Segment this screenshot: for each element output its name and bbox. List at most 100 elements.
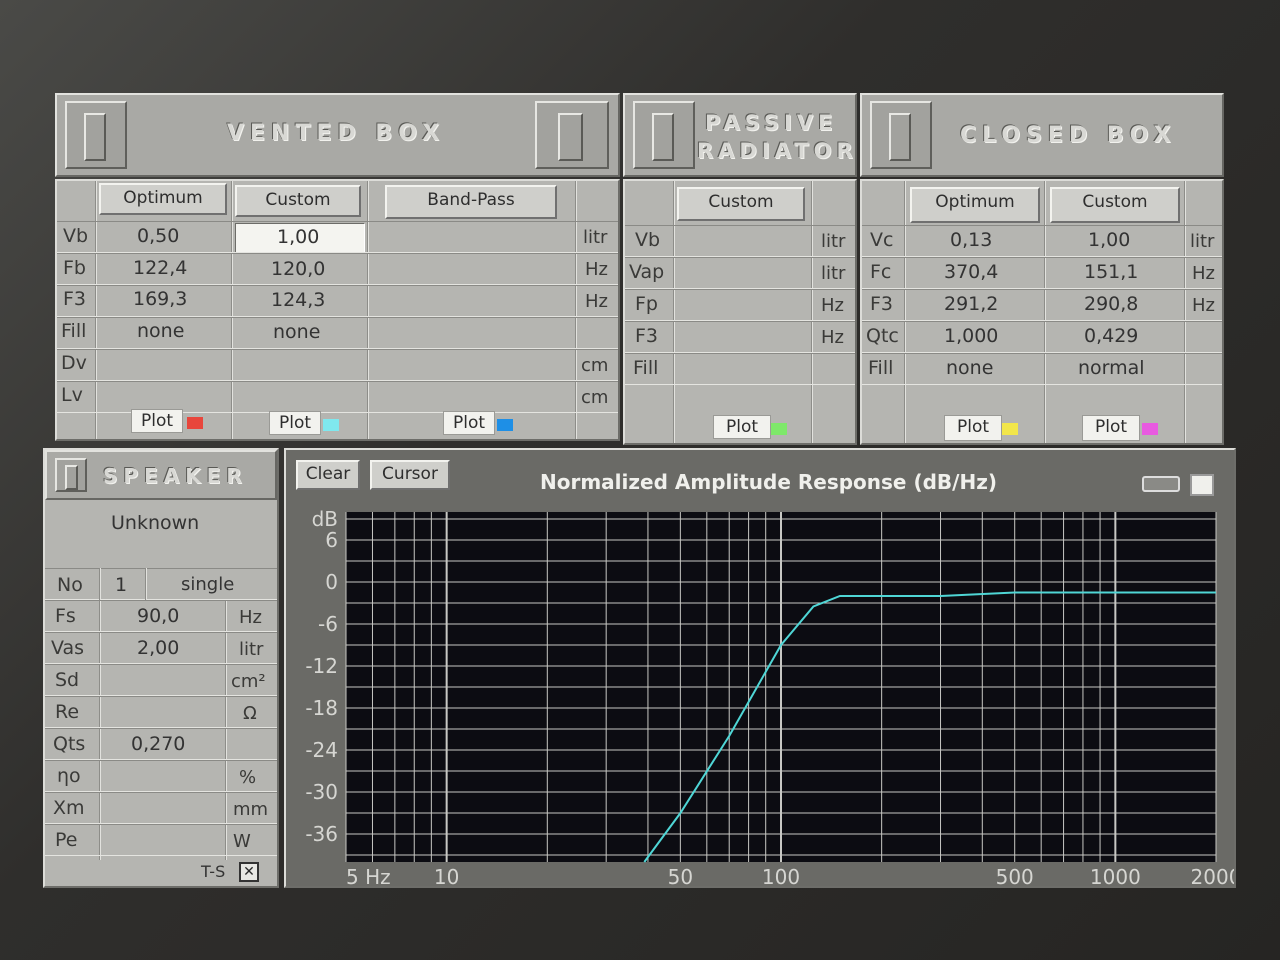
y-tick-label: -36 — [305, 822, 338, 846]
vented-unit: Hz — [585, 291, 608, 312]
closed-box-header: CLOSED BOX — [860, 93, 1224, 177]
closed-row — [862, 225, 1222, 257]
passive-plot-button[interactable]: Plot — [713, 415, 771, 439]
closed-custom-value[interactable]: normal — [1078, 357, 1145, 379]
speaker-row-label: Sd — [55, 669, 80, 691]
y-tick-label: -18 — [305, 696, 338, 720]
speaker-header: SPEAKER — [45, 450, 277, 500]
ts-checkbox[interactable]: ✕ — [239, 862, 259, 882]
speaker-logo — [55, 458, 87, 492]
vented-optimum-value: none — [137, 320, 185, 342]
speaker-row-label: Xm — [53, 797, 85, 819]
vented-optimum-value: 0,50 — [137, 225, 180, 247]
passive-radiator-logo — [633, 101, 695, 169]
vented-optimum-value: 122,4 — [133, 257, 188, 279]
vented-optimum-plot-button[interactable]: Plot — [131, 409, 183, 433]
y-tick-label: -6 — [318, 612, 338, 636]
closed-custom-value[interactable]: 1,00 — [1088, 229, 1130, 251]
vented-custom-value[interactable]: 120,0 — [271, 258, 325, 280]
speaker-mode[interactable]: single — [181, 574, 234, 595]
speaker-row-unit: cm² — [231, 671, 266, 692]
y-tick-label: -12 — [305, 654, 338, 678]
closed-row-label: Fill — [868, 357, 894, 379]
passive-custom-button[interactable]: Custom — [677, 187, 805, 221]
vented-bandpass-color-swatch — [497, 419, 513, 431]
closed-row — [862, 353, 1222, 385]
chart-x-tick-labels: 5 Hz 10 50 100 500 1000 2000 — [346, 865, 1234, 886]
y-tick-label: -30 — [305, 780, 338, 804]
passive-unit: litr — [821, 231, 846, 252]
vented-bandpass-button[interactable]: Band-Pass — [385, 185, 557, 219]
passive-unit: Hz — [821, 327, 844, 348]
closed-unit: Hz — [1192, 263, 1215, 284]
closed-box-title: CLOSED BOX — [960, 123, 1177, 148]
vented-custom-color-swatch — [323, 419, 339, 431]
passive-radiator-title-line1: PASSIVE — [705, 111, 838, 135]
vented-box-logo — [65, 101, 127, 169]
vented-custom-value[interactable]: none — [273, 321, 320, 343]
speaker-row-value[interactable]: 2,00 — [137, 637, 179, 659]
vented-optimum-color-swatch — [187, 417, 203, 429]
vented-row-label: Fill — [61, 320, 87, 342]
speaker-row-value[interactable]: 90,0 — [137, 605, 179, 627]
passive-unit: Hz — [821, 295, 844, 316]
closed-optimum-value: 1,000 — [944, 325, 999, 347]
closed-custom-value[interactable]: 290,8 — [1084, 293, 1138, 315]
speaker-row-label: Re — [55, 701, 80, 723]
vented-custom-value[interactable]: 1,00 — [277, 226, 319, 248]
x-tick-label: 5 Hz — [346, 865, 391, 886]
y-tick-label: 6 — [325, 528, 338, 552]
speaker-no-value[interactable]: 1 — [115, 574, 127, 596]
closed-optimum-value: 291,2 — [944, 293, 999, 315]
passive-row — [625, 353, 855, 385]
closed-custom-button[interactable]: Custom — [1050, 187, 1180, 223]
closed-box-panel: Optimum Custom Vc 0,13 1,00 litr Fc 370,… — [860, 179, 1224, 445]
vented-unit: cm — [581, 355, 609, 376]
vented-custom-value[interactable]: 124,3 — [271, 289, 325, 311]
vented-row-label: Fb — [63, 257, 86, 279]
closed-box-logo — [870, 101, 932, 169]
closed-custom-color-swatch — [1142, 423, 1158, 435]
graph-panel: Clear Cursor Normalized Amplitude Respon… — [284, 448, 1236, 888]
speaker-row-value[interactable]: 0,270 — [131, 733, 185, 755]
vented-custom-plot-button[interactable]: Plot — [269, 411, 321, 435]
vented-optimum-button[interactable]: Optimum — [99, 183, 227, 215]
closed-custom-value[interactable]: 0,429 — [1084, 325, 1138, 347]
vented-row-label: Vb — [63, 225, 89, 247]
closed-custom-plot-button[interactable]: Plot — [1082, 415, 1140, 441]
vented-box-header: VENTED BOX — [55, 93, 620, 177]
closed-optimum-button[interactable]: Optimum — [910, 187, 1040, 223]
speaker-name[interactable]: Unknown — [111, 512, 199, 534]
passive-color-swatch — [771, 423, 787, 435]
closed-row-label: Qtc — [866, 325, 899, 347]
response-chart: dB60-6-12-18-24-30-36 5 Hz 10 50 100 500 1000… — [305, 507, 1234, 886]
speaker-divider-b — [145, 568, 147, 600]
closed-row — [862, 321, 1222, 353]
closed-custom-value[interactable]: 151,1 — [1084, 261, 1138, 283]
passive-row-label: Fp — [635, 293, 658, 315]
passive-radiator-panel: Custom Vb litr Vap litr Fp Hz F3 Hz Fill… — [623, 179, 857, 445]
speaker-row-label: ηo — [57, 765, 81, 787]
vented-box-title: VENTED BOX — [227, 121, 446, 146]
passive-row-label: Vb — [635, 229, 661, 251]
closed-optimum-color-swatch — [1002, 423, 1018, 435]
speaker-panel: SPEAKER Unknown No 1 single Fs 90,0 Hz V… — [43, 448, 279, 888]
closed-optimum-value: 370,4 — [944, 261, 999, 283]
chart-y-tick-labels: dB60-6-12-18-24-30-36 — [305, 507, 338, 846]
speaker-row-label: Fs — [55, 605, 76, 627]
closed-row-label: Fc — [870, 261, 892, 283]
closed-optimum-plot-button[interactable]: Plot — [944, 415, 1002, 441]
vented-unit: Hz — [585, 259, 608, 280]
vented-row-label: Lv — [61, 384, 83, 406]
closed-row — [862, 289, 1222, 321]
y-tick-label: -24 — [305, 738, 338, 762]
vented-bandpass-plot-button[interactable]: Plot — [443, 411, 495, 435]
closed-optimum-value: 0,13 — [950, 229, 993, 251]
vented-custom-button[interactable]: Custom — [235, 185, 361, 217]
vented-row-label: F3 — [63, 288, 87, 310]
speaker-row-label: Vas — [51, 637, 85, 659]
x-tick-label: 2000 — [1191, 865, 1234, 886]
vented-row-label: Dv — [61, 352, 87, 374]
vented-unit: cm — [581, 387, 609, 408]
passive-row-label: Fill — [633, 357, 659, 379]
